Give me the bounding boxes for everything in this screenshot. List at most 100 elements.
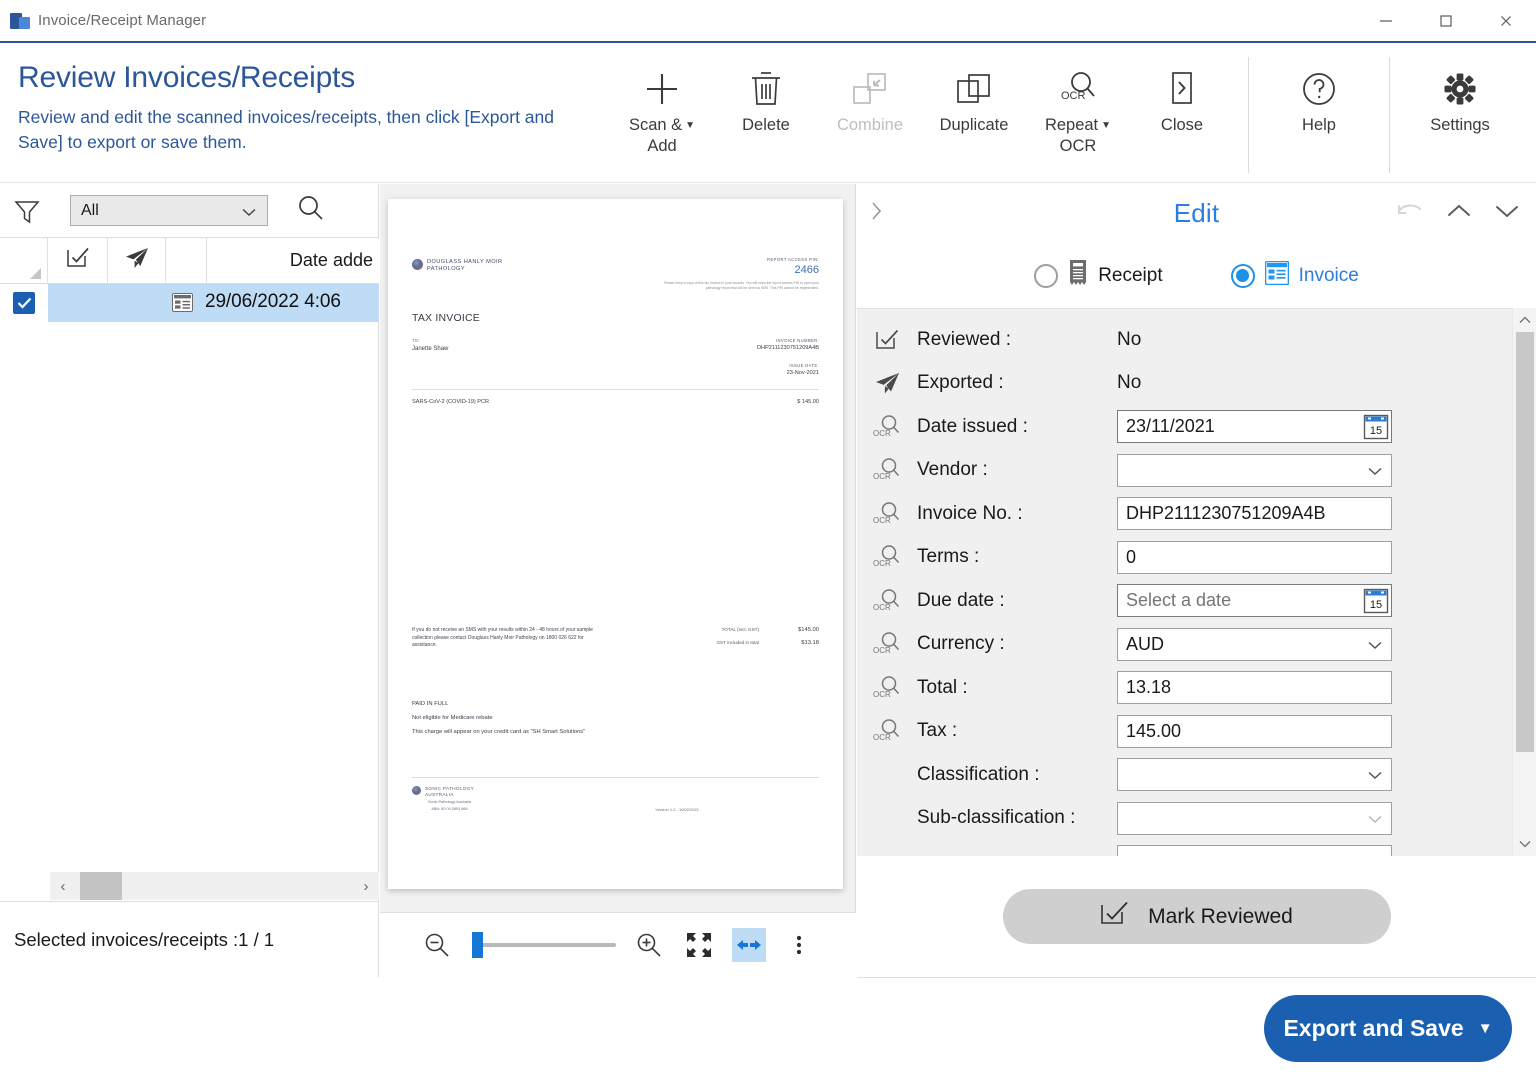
combine-button: Combine	[818, 49, 922, 161]
doc-invoice-number: DHP2111230751209A4B	[629, 345, 819, 351]
chevron-down-icon: ▼	[1101, 120, 1111, 131]
page-subtitle: Review and edit the scanned invoices/rec…	[18, 105, 598, 155]
terms-input[interactable]	[1117, 541, 1392, 574]
classification-select[interactable]	[1117, 758, 1392, 791]
total-input[interactable]	[1117, 671, 1392, 704]
edit-panel-actions	[1396, 200, 1520, 227]
row-checkbox[interactable]	[13, 292, 35, 314]
radio-circle-invoice[interactable]	[1231, 264, 1255, 288]
zoom-out-icon[interactable]	[420, 928, 454, 962]
settings-label: Settings	[1430, 115, 1490, 136]
settings-button[interactable]: Settings	[1404, 49, 1516, 161]
help-button[interactable]: Help	[1263, 49, 1375, 161]
ocr-search-icon: OCR	[857, 543, 917, 571]
close-panel-button[interactable]: Close	[1130, 49, 1234, 161]
zoom-slider-thumb[interactable]	[472, 932, 483, 958]
funnel-icon[interactable]	[12, 197, 42, 225]
next-partial-input[interactable]	[1117, 845, 1392, 856]
gear-icon	[1438, 65, 1482, 113]
next-record-icon[interactable]	[1494, 202, 1520, 225]
more-options-icon[interactable]	[782, 928, 816, 962]
list-horizontal-scrollbar[interactable]: ‹ ›	[50, 872, 379, 900]
edit-panel-footer: Mark Reviewed	[857, 856, 1536, 977]
tax-input[interactable]	[1117, 715, 1392, 748]
sub-classification-select[interactable]	[1117, 802, 1392, 835]
column-header-reviewed[interactable]	[48, 238, 108, 283]
fit-width-icon[interactable]	[732, 928, 766, 962]
edit-form-scrollbar[interactable]	[1512, 308, 1536, 856]
invoice-no-input[interactable]	[1117, 497, 1392, 530]
doc-header-row: DOUGLASS HANLY MOIR PATHOLOGY REPORT ACC…	[412, 225, 819, 290]
table-row[interactable]: 29/06/2022 4:06	[0, 284, 379, 322]
field-total-control	[1117, 671, 1392, 704]
filter-select[interactable]: All	[70, 195, 268, 226]
ocr-search-icon: OCR	[857, 500, 917, 528]
close-button[interactable]	[1476, 0, 1536, 41]
mark-reviewed-button[interactable]: Mark Reviewed	[1003, 889, 1391, 944]
window-titlebar: Invoice/Receipt Manager	[0, 0, 1536, 41]
currency-select[interactable]: AUD	[1117, 628, 1392, 661]
doc-brand-line2: PATHOLOGY	[427, 266, 465, 272]
invoice-icon	[1265, 261, 1289, 290]
vendor-select[interactable]	[1117, 454, 1392, 487]
scrollbar-thumb[interactable]	[1516, 332, 1534, 752]
doc-issue-date: 23-Nov-2021	[629, 370, 819, 376]
field-total: OCR Total :	[857, 666, 1536, 710]
delete-button[interactable]: Delete	[714, 49, 818, 161]
close-panel-icon	[1161, 65, 1203, 113]
repeat-ocr-button[interactable]: OCR Repeat▼OCR	[1026, 49, 1130, 161]
column-header-exported[interactable]	[108, 238, 166, 283]
field-due-date-label: Due date :	[917, 590, 1117, 612]
doc-line-item-desc: SARS-CoV-2 (COVID-19) PCR	[412, 399, 489, 405]
radio-circle-receipt[interactable]	[1034, 264, 1058, 288]
export-and-save-button[interactable]: Export and Save ▼	[1264, 995, 1512, 1062]
field-next-partial	[857, 840, 1536, 856]
ocr-search-icon: OCR	[857, 674, 917, 702]
date-issued-input[interactable]	[1117, 410, 1392, 443]
radio-invoice-label: Invoice	[1299, 265, 1359, 287]
scrollbar-thumb[interactable]	[80, 872, 122, 900]
scroll-up-arrow-icon[interactable]	[1513, 308, 1536, 332]
fit-page-icon[interactable]	[682, 928, 716, 962]
doc-parties-row: TO: Janette Shaw INVOICE NUMBER: DHP2111…	[412, 338, 819, 376]
preview-viewer-toolbar	[380, 912, 856, 977]
scroll-right-arrow-icon[interactable]: ›	[353, 878, 379, 895]
repeat-ocr-label: Repeat	[1045, 116, 1098, 134]
scroll-down-arrow-icon[interactable]	[1513, 832, 1536, 856]
doc-totals: TOTAL (incl. GST) $145.00 GST included i…	[716, 627, 819, 653]
minimize-button[interactable]	[1356, 0, 1416, 41]
ribbon-divider-2	[1389, 57, 1390, 173]
doc-footer-brand2: AUSTRALIA	[425, 792, 454, 797]
svg-text:OCR: OCR	[873, 603, 891, 612]
ocr-search-icon: OCR	[857, 717, 917, 745]
field-reviewed: Reviewed : No	[857, 318, 1536, 362]
maximize-button[interactable]	[1416, 0, 1476, 41]
column-header-select[interactable]	[0, 238, 48, 283]
plus-icon	[641, 65, 683, 113]
radio-receipt[interactable]: Receipt	[1034, 260, 1162, 291]
scan-and-add-button[interactable]: Scan &▼Add	[610, 49, 714, 161]
search-icon[interactable]	[296, 193, 326, 228]
duplicate-button[interactable]: Duplicate	[922, 49, 1026, 161]
column-header-date-added[interactable]: Date adde	[207, 238, 379, 283]
due-date-input[interactable]	[1117, 584, 1392, 617]
scroll-left-arrow-icon[interactable]: ‹	[50, 878, 76, 895]
doc-pin-label: REPORT ACCESS PIN:	[649, 257, 819, 262]
previous-record-icon[interactable]	[1446, 202, 1472, 225]
column-header-type[interactable]	[166, 238, 207, 283]
zoom-slider-track[interactable]	[480, 943, 616, 947]
row-select-cell[interactable]	[0, 292, 48, 314]
svg-text:OCR: OCR	[1061, 90, 1086, 102]
svg-text:OCR: OCR	[873, 646, 891, 655]
ocr-search-icon: OCR	[1057, 65, 1099, 113]
calendar-icon[interactable]: 15	[1361, 412, 1390, 441]
field-sub-classification: Sub-classification :	[857, 797, 1536, 841]
undo-icon[interactable]	[1396, 200, 1424, 227]
zoom-slider[interactable]	[470, 933, 616, 957]
zoom-in-icon[interactable]	[632, 928, 666, 962]
export-and-save-label: Export and Save	[1283, 1015, 1463, 1042]
field-currency-label: Currency :	[917, 633, 1117, 655]
calendar-icon[interactable]: 15	[1361, 586, 1390, 615]
radio-invoice[interactable]: Invoice	[1231, 261, 1359, 290]
document-page[interactable]: DOUGLASS HANLY MOIR PATHOLOGY REPORT ACC…	[388, 199, 843, 889]
